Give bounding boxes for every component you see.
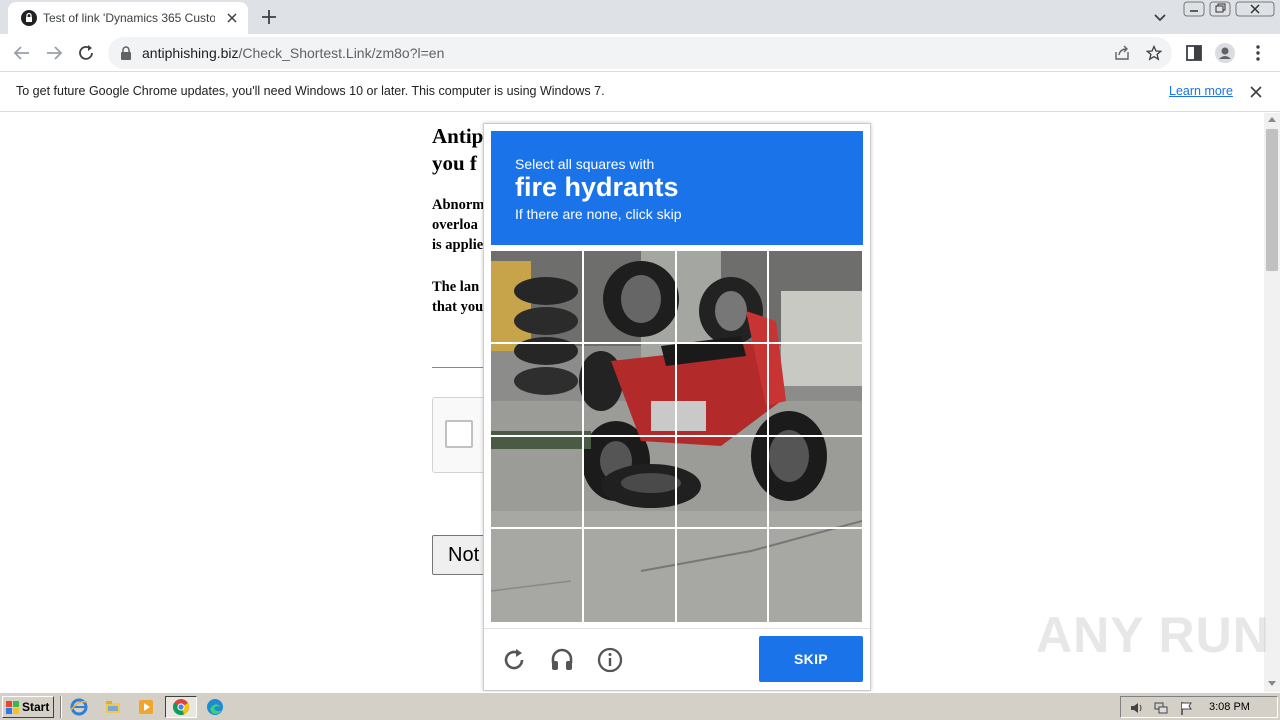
browser-tab[interactable]: Test of link 'Dynamics 365 Customer [8, 2, 248, 34]
update-infobar: To get future Google Chrome updates, you… [0, 72, 1280, 112]
footer-divider [484, 628, 870, 629]
scroll-down-arrow-icon[interactable] [1268, 681, 1276, 686]
url-host: antiphishing.biz [142, 45, 239, 61]
recaptcha-checkbox[interactable] [445, 420, 473, 448]
url-path: /Check_Shortest.Link/zm8o?l=en [238, 45, 445, 61]
media-player-icon[interactable] [137, 698, 155, 716]
browser-toolbar: antiphishing.biz/Check_Shortest.Link/zm8… [0, 34, 1280, 72]
file-explorer-icon[interactable] [104, 698, 122, 716]
infobar-message: To get future Google Chrome updates, you… [16, 84, 605, 98]
infobar-close-icon[interactable] [1249, 85, 1263, 99]
window-close-icon[interactable] [1235, 1, 1275, 17]
skip-button[interactable]: SKIP [759, 636, 863, 682]
network-icon[interactable] [1153, 700, 1169, 716]
windows-logo-icon [6, 701, 19, 714]
url-text[interactable]: antiphishing.biz/Check_Shortest.Link/zm8… [142, 45, 444, 61]
captcha-header: Select all squares with fire hydrants If… [491, 131, 863, 245]
info-icon[interactable] [597, 647, 623, 673]
side-panel-icon[interactable] [1184, 43, 1204, 63]
minimize-icon[interactable] [1183, 1, 1205, 17]
menu-kebab-icon[interactable] [1248, 43, 1268, 63]
windows-taskbar: Start 3:08 PM [0, 692, 1280, 720]
address-bar[interactable]: antiphishing.biz/Check_Shortest.Link/zm8… [108, 37, 1172, 69]
taskbar-clock[interactable]: 3:08 PM [1209, 701, 1250, 713]
lock-favicon-icon [21, 10, 37, 26]
captcha-target: fire hydrants [515, 172, 679, 202]
anyrun-watermark: ANY RUN [1036, 607, 1270, 663]
captcha-hint: If there are none, click skip [515, 206, 682, 222]
tab-close-icon[interactable] [224, 10, 240, 26]
volume-icon[interactable] [1129, 700, 1145, 716]
internet-explorer-icon[interactable] [70, 698, 88, 716]
share-icon[interactable] [1114, 45, 1130, 61]
captcha-challenge-dialog: Select all squares with fire hydrants If… [483, 123, 871, 691]
grid-lines [491, 251, 862, 622]
bookmark-star-icon[interactable] [1146, 45, 1162, 61]
edge-icon[interactable] [206, 698, 224, 716]
tab-title: Test of link 'Dynamics 365 Customer [43, 11, 215, 25]
reload-icon[interactable] [76, 43, 96, 63]
scroll-up-arrow-icon[interactable] [1268, 117, 1276, 122]
restore-icon[interactable] [1209, 1, 1231, 17]
new-tab-icon[interactable] [260, 8, 278, 26]
start-label: Start [22, 700, 50, 714]
taskbar-chrome-active[interactable] [165, 696, 197, 718]
start-button[interactable]: Start [2, 696, 54, 718]
system-tray: 3:08 PM [1120, 696, 1278, 718]
learn-more-link[interactable]: Learn more [1169, 84, 1233, 98]
chevron-down-icon[interactable] [1152, 9, 1168, 25]
taskbar-separator [60, 696, 62, 718]
back-icon[interactable] [12, 43, 32, 63]
scrollbar-thumb[interactable] [1266, 129, 1278, 271]
lock-icon[interactable] [120, 46, 132, 60]
audio-challenge-icon[interactable] [549, 647, 575, 673]
profile-avatar-icon[interactable] [1215, 43, 1235, 63]
forward-icon[interactable] [44, 43, 64, 63]
action-center-flag-icon[interactable] [1179, 700, 1195, 716]
reload-challenge-icon[interactable] [501, 647, 527, 673]
tab-strip: Test of link 'Dynamics 365 Customer [0, 0, 1280, 34]
chrome-icon [172, 699, 190, 716]
captcha-instruction: Select all squares with [515, 156, 655, 172]
captcha-image-grid [491, 251, 862, 622]
